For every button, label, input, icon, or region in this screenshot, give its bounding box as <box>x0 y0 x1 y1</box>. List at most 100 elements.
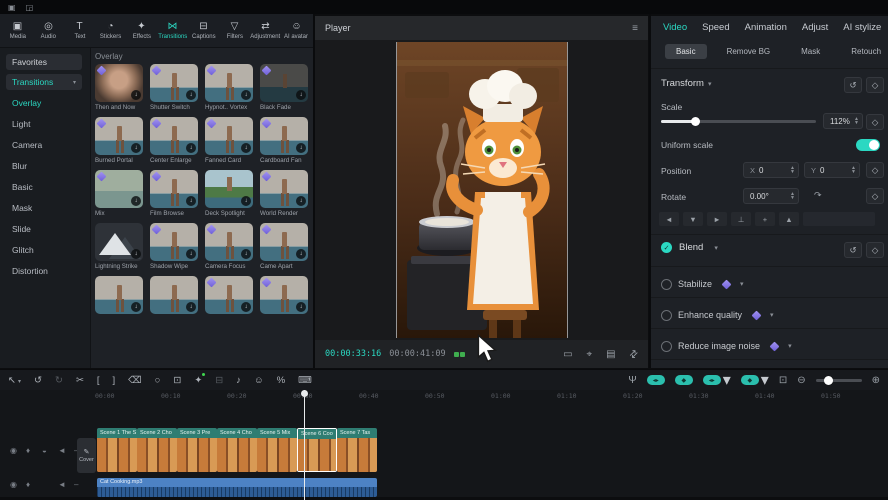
sidebar-item-basic[interactable]: Basic <box>0 176 90 197</box>
transition-thumbnail[interactable]: ↓ <box>95 276 143 314</box>
sidebar-item-slide[interactable]: Slide <box>0 218 90 239</box>
toolbar-item-adjustment[interactable]: ⇄Adjustment <box>250 21 281 40</box>
linked-select-toggle[interactable]: ◆ <box>675 375 693 385</box>
tab-adjust[interactable]: Adjust <box>802 22 828 33</box>
select-tool[interactable]: ↖▾ <box>8 375 21 386</box>
transform-keyframe-button[interactable]: ◇ <box>866 77 884 93</box>
sidebar-item-camera[interactable]: Camera <box>0 134 90 155</box>
cover-button[interactable]: ✎ Cover <box>77 438 96 473</box>
sidebar-item-mask[interactable]: Mask <box>0 197 90 218</box>
transition-thumbnail[interactable]: ↓ <box>205 276 253 314</box>
flip-horizontal-icon[interactable]: ◄ <box>659 212 679 226</box>
transform-reset-button[interactable]: ↺ <box>844 77 862 93</box>
timeline-clip-7[interactable]: Scene 7 Tas <box>337 428 377 472</box>
fullscreen-icon[interactable]: ⇄ <box>627 347 641 361</box>
smart-edit-button[interactable]: ✦ <box>194 375 202 386</box>
feature-row-reduce-image-noise[interactable]: Reduce image noise▾ <box>661 336 878 356</box>
video-preview[interactable] <box>396 42 568 338</box>
blend-reset-button[interactable]: ↺ <box>844 242 862 258</box>
scale-value-input[interactable]: 112% ▲▼ <box>823 113 863 129</box>
feature-checkbox[interactable] <box>661 279 672 290</box>
uniform-scale-toggle[interactable] <box>856 139 880 151</box>
tab-video[interactable]: Video <box>663 22 687 33</box>
timeline-clip-1[interactable]: Scene 1 The S <box>97 428 137 472</box>
toolbar-item-audio[interactable]: ◎Audio <box>33 21 64 40</box>
layers-button[interactable]: ⊟ <box>215 375 223 386</box>
transition-thumbnail[interactable]: ↓ <box>205 170 253 208</box>
track-collapse-icon[interactable]: – <box>74 480 78 489</box>
feature-row-enhance-quality[interactable]: Enhance quality▾ <box>661 305 878 325</box>
subtab-basic[interactable]: Basic <box>665 44 707 59</box>
feature-checkbox[interactable] <box>661 310 672 321</box>
timeline-clip-4[interactable]: Scene 4 Cho <box>217 428 257 472</box>
trim-left-button[interactable]: [ <box>97 375 100 386</box>
position-x-input[interactable]: X0 ▲▼ <box>743 162 799 178</box>
sidebar-item-light[interactable]: Light <box>0 113 90 134</box>
rotate-stepper[interactable]: ▲▼ <box>790 192 795 200</box>
rotate-left-icon[interactable]: ► <box>707 212 727 226</box>
more-tools-pill[interactable] <box>803 212 875 226</box>
delete-button[interactable]: ⌫ <box>128 375 141 386</box>
layout-icon[interactable]: ◲ <box>26 3 34 12</box>
subtab-retouch[interactable]: Retouch <box>840 44 888 59</box>
tab-speed[interactable]: Speed <box>702 22 729 33</box>
transition-thumbnail[interactable]: ↓ <box>95 117 143 155</box>
transform-section-header[interactable]: Transform▾ <box>661 78 711 89</box>
feature-checkbox[interactable] <box>661 341 672 352</box>
transition-thumbnail[interactable]: ↓ <box>260 276 308 314</box>
split-button[interactable]: ✂ <box>76 375 84 386</box>
quality-badge[interactable]: ▤ <box>606 349 615 360</box>
timeline-zoom-slider[interactable] <box>816 379 862 382</box>
speed-tool-button[interactable]: % <box>277 375 285 386</box>
magnet-snap-toggle[interactable]: ◂▸ <box>647 375 665 385</box>
toolbar-item-stickers[interactable]: ◔Stickers <box>95 21 126 40</box>
timeline-clip-2[interactable]: Scene 2 Cho <box>137 428 177 472</box>
position-keyframe-button[interactable]: ◇ <box>866 162 884 178</box>
motion-track-icon[interactable]: ⌖ <box>587 349 593 360</box>
scale-stepper[interactable]: ▲▼ <box>854 117 859 125</box>
timeline-area[interactable]: 00:0000:1000:2000:3000:4000:5001:0001:10… <box>0 390 888 500</box>
shortcuts-button[interactable]: ⌨ <box>298 375 312 386</box>
timeline-zoom-knob[interactable] <box>824 376 833 385</box>
toolbar-item-ai-avatar[interactable]: ☺AI avatar <box>281 21 312 40</box>
player-menu-icon[interactable]: ≡ <box>632 23 638 34</box>
record-voiceover-button[interactable]: Ψ <box>628 375 636 386</box>
timeline-clip-6[interactable]: Scene 6 Coo <box>297 428 337 472</box>
track-lock-icon[interactable]: ♦ <box>26 446 30 455</box>
scale-slider[interactable] <box>661 120 816 123</box>
blend-section-header[interactable]: ✓ Blend ▾ <box>661 242 718 253</box>
track-number-icon[interactable]: ◉ <box>10 446 17 455</box>
transition-thumbnail[interactable]: ↓ <box>95 223 143 261</box>
category-dropdown[interactable]: Transitions ▾ <box>6 74 82 90</box>
blend-keyframe-button[interactable]: ◇ <box>866 242 884 258</box>
track-mute-icon[interactable]: ◄ <box>58 446 66 455</box>
transition-thumbnail[interactable]: ↓ <box>260 223 308 261</box>
toolbar-item-filters[interactable]: ▽Filters <box>219 21 250 40</box>
level-icon[interactable]: ▲ <box>779 212 799 226</box>
preview-mode-button[interactable]: ⊡ <box>779 375 787 386</box>
flip-vertical-icon[interactable]: ▼ <box>683 212 703 226</box>
position-x-stepper[interactable]: ▲▼ <box>790 166 795 174</box>
sidebar-item-distortion[interactable]: Distortion <box>0 260 90 281</box>
transition-thumbnail[interactable]: ↓ <box>150 223 198 261</box>
mirror-button[interactable]: ⊡ <box>173 375 181 386</box>
transition-thumbnail[interactable]: ↓ <box>150 117 198 155</box>
toolbar-item-text[interactable]: TText <box>64 21 95 40</box>
toolbar-item-captions[interactable]: ⊟Captions <box>188 21 219 40</box>
audio-tool-button[interactable]: ♪ <box>236 375 241 386</box>
tab-ai-stylize[interactable]: AI stylize <box>843 22 881 33</box>
feature-row-stabilize[interactable]: Stabilize▾ <box>661 274 878 294</box>
trim-right-button[interactable]: ] <box>113 375 116 386</box>
timeline-clip-3[interactable]: Scene 3 Pre <box>177 428 217 472</box>
sidebar-item-blur[interactable]: Blur <box>0 155 90 176</box>
timeline-ruler[interactable]: 00:0000:1000:2000:3000:4000:5001:0001:10… <box>0 390 888 403</box>
transition-thumbnail[interactable]: ↓ <box>205 64 253 102</box>
toolbar-item-effects[interactable]: ✦Effects <box>126 21 157 40</box>
auto-scroll-toggle[interactable]: ◆▾ <box>741 370 769 390</box>
transition-thumbnail[interactable]: ↓ <box>95 170 143 208</box>
redo-button[interactable]: ↻ <box>55 375 63 386</box>
rotate-value-input[interactable]: 0.00° ▲▼ <box>743 188 799 204</box>
tab-animation[interactable]: Animation <box>745 22 787 33</box>
ratio-icon[interactable]: ▭ <box>563 349 572 360</box>
timeline-zoom-out-button[interactable]: ⊖ <box>797 375 805 386</box>
